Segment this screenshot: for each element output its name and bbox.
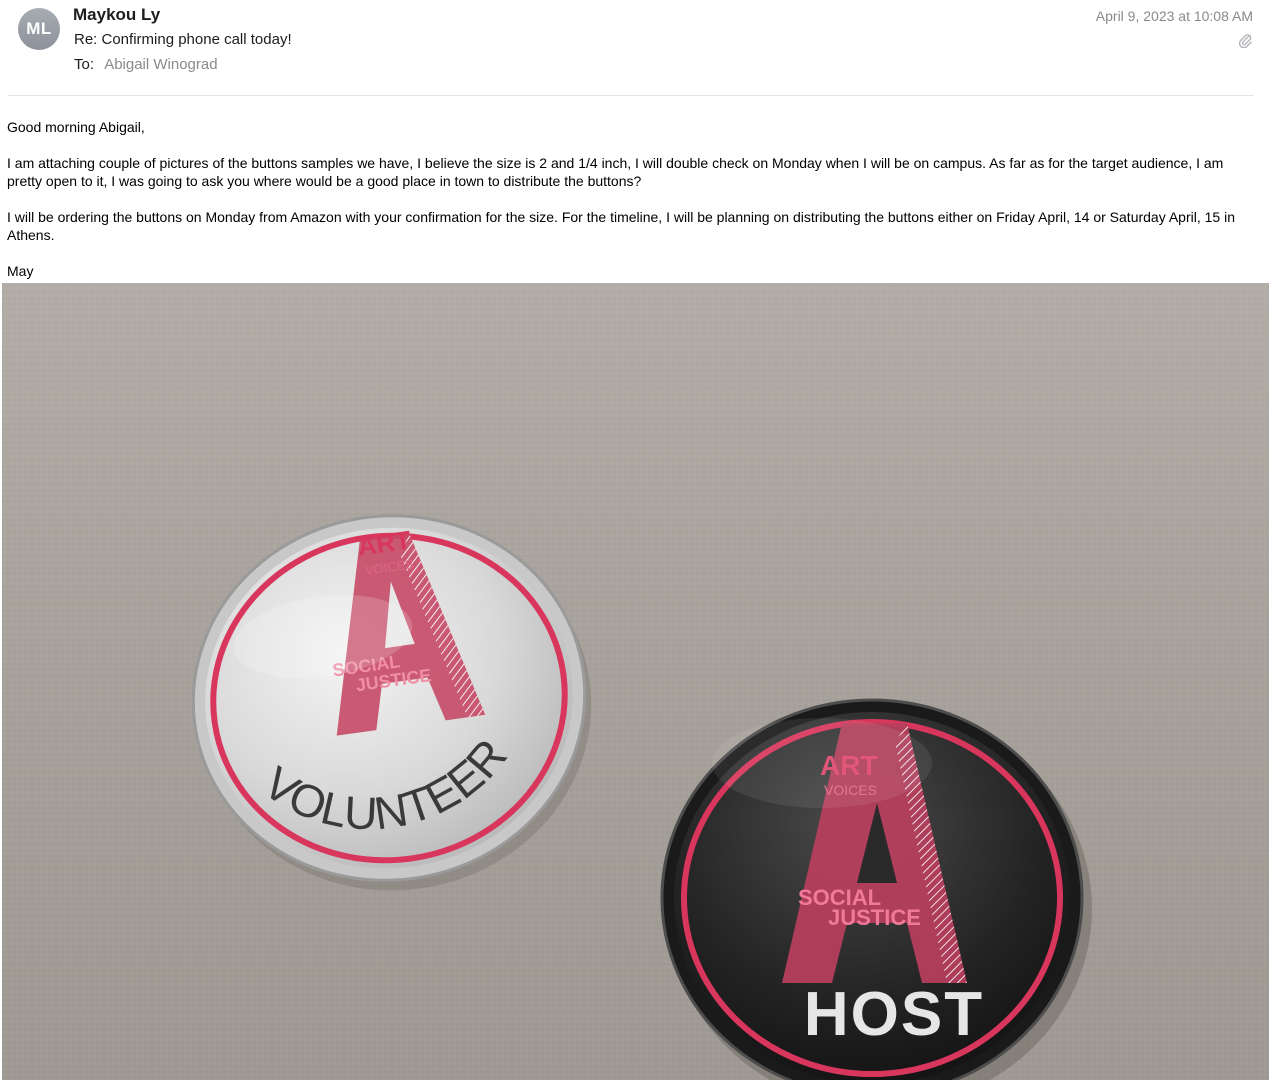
recipient-line: To: Abigail Winograd (74, 56, 218, 73)
greeting: Good morning Abigail, (7, 119, 145, 135)
body-paragraph-1: I am attaching couple of pictures of the… (7, 155, 1224, 189)
sender-name[interactable]: Maykou Ly (73, 5, 160, 25)
email-subject: Re: Confirming phone call today! (74, 31, 292, 48)
host-word-justice: JUSTICE (828, 905, 921, 930)
email-date: April 9, 2023 at 10:08 AM (1095, 8, 1253, 24)
attached-photo[interactable]: ART VOICES SOCIAL JUSTICE VOLUNTEER ART … (2, 283, 1269, 1080)
email-body: Good morning Abigail, I am attaching cou… (7, 118, 1257, 298)
body-paragraph-2: I will be ordering the buttons on Monday… (7, 209, 1235, 243)
paperclip-icon[interactable] (1237, 32, 1253, 48)
host-label: HOST (804, 980, 984, 1049)
to-label: To: (74, 56, 95, 73)
photo-canvas: ART VOICES SOCIAL JUSTICE VOLUNTEER ART … (2, 283, 1269, 1080)
recipient-name[interactable]: Abigail Winograd (104, 56, 217, 73)
email-header: ML Maykou Ly Re: Confirming phone call t… (0, 0, 1269, 96)
avatar[interactable]: ML (18, 8, 60, 50)
avatar-initials: ML (26, 19, 52, 38)
header-divider (8, 95, 1254, 96)
signoff: May (7, 263, 34, 279)
